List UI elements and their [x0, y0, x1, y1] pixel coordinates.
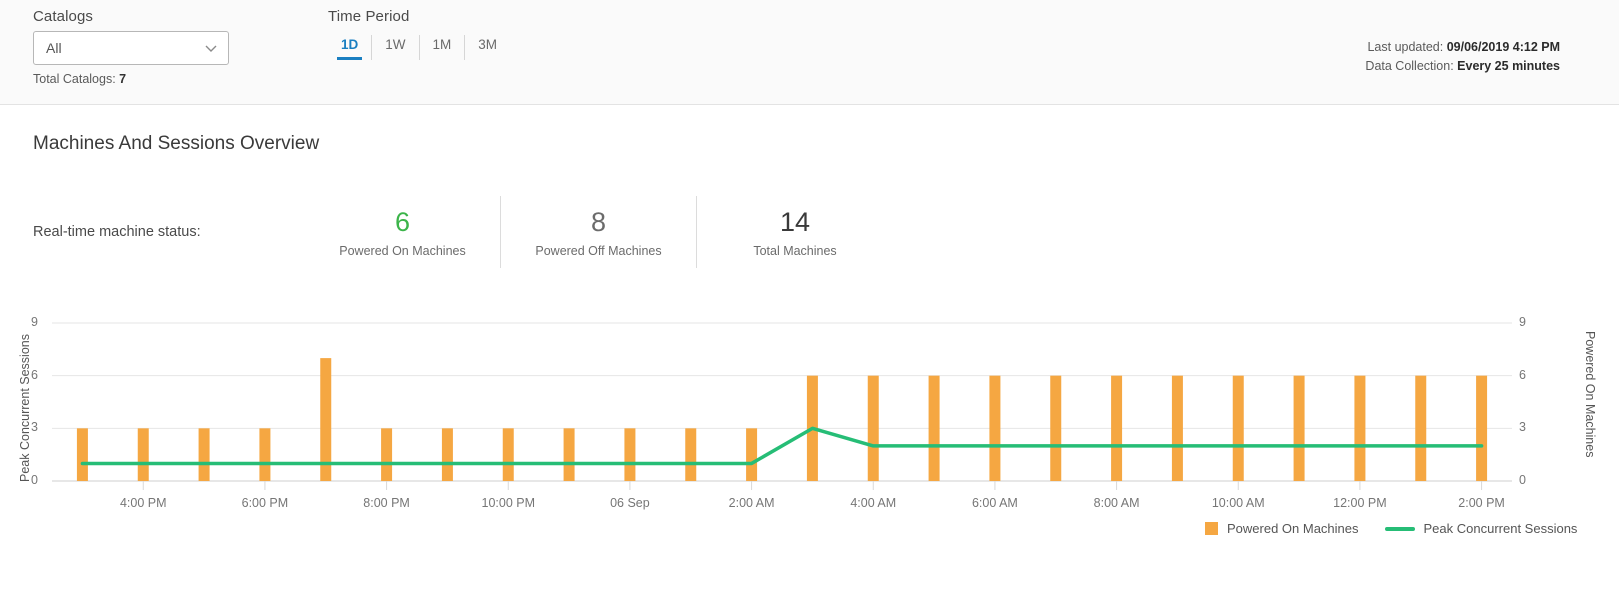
square-swatch-icon	[1205, 522, 1218, 535]
x-axis-tick: 6:00 AM	[971, 496, 1018, 510]
x-axis-tick: 10:00 AM	[1211, 496, 1265, 510]
y-axis-right-tick: 3	[1519, 420, 1526, 435]
y-axis-right-tick: 0	[1519, 473, 1526, 487]
y-axis-left-tick: 3	[31, 420, 38, 435]
x-axis-tick: 06 Sep	[610, 496, 650, 510]
x-axis-tick: 6:00 PM	[241, 496, 289, 510]
x-axis-tick: 2:00 PM	[1458, 496, 1505, 510]
x-axis-tick: 8:00 AM	[1093, 496, 1140, 510]
x-axis-tick: 2:00 AM	[728, 496, 775, 510]
chart-legend: Powered On Machines Peak Concurrent Sess…	[1205, 521, 1577, 536]
chart-plot-area	[52, 322, 1512, 490]
x-axis-tick: 4:00 PM	[119, 496, 167, 510]
y-axis-right-tick: 6	[1519, 367, 1526, 382]
y-axis-left-tick: 6	[31, 367, 38, 382]
dashboard-page: Catalogs All Total Catalogs: 7 Time Peri…	[0, 0, 1619, 600]
y-axis-left-tick: 9	[31, 315, 38, 329]
line-swatch-icon	[1384, 526, 1415, 531]
x-axis-tick: 12:00 PM	[1333, 496, 1387, 510]
x-axis-tick: 10:00 PM	[481, 496, 536, 510]
legend-item-powered-on-machines[interactable]: Powered On Machines	[1205, 521, 1359, 536]
x-axis-tick: 4:00 AM	[850, 496, 897, 510]
legend-item-peak-concurrent-sessions[interactable]: Peak Concurrent Sessions	[1384, 521, 1578, 536]
y-axis-right-tick: 9	[1519, 315, 1526, 329]
legend-label-peak-concurrent-sessions: Peak Concurrent Sessions	[1423, 521, 1578, 536]
legend-label-powered-on-machines: Powered On Machines	[1227, 521, 1359, 536]
y-axis-left-tick: 0	[31, 473, 38, 487]
x-axis-tick: 8:00 PM	[363, 496, 410, 510]
